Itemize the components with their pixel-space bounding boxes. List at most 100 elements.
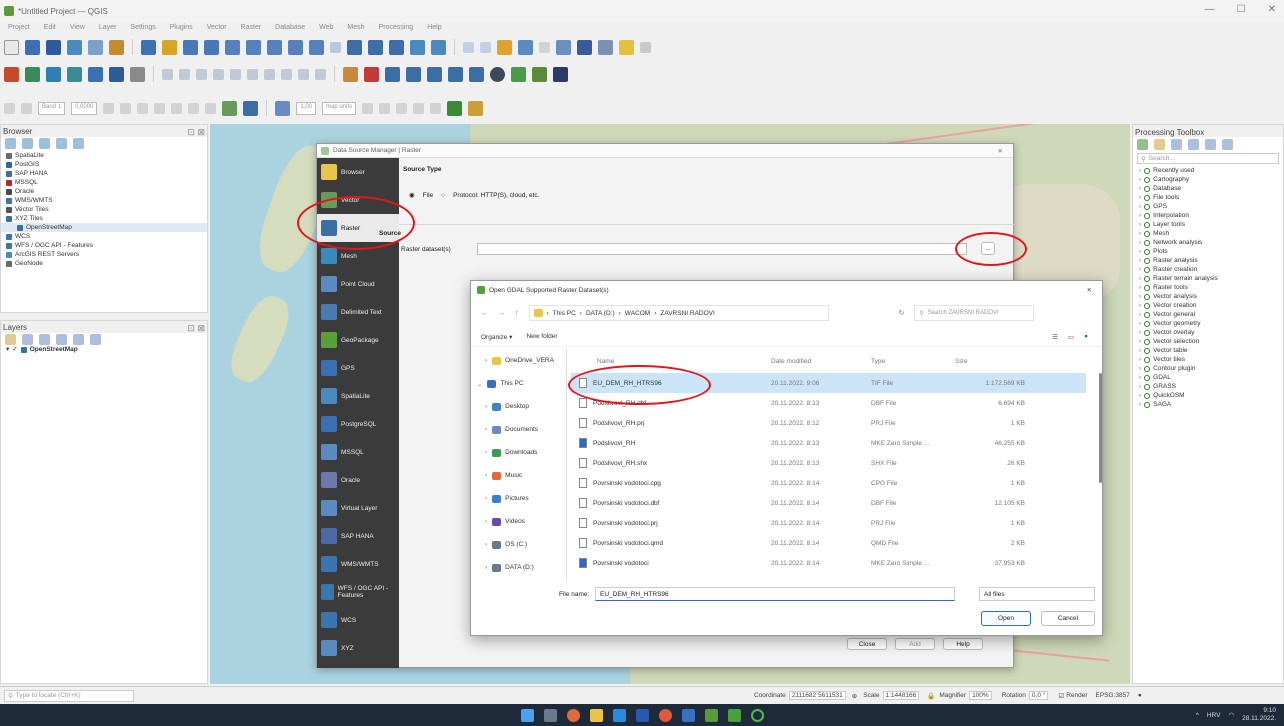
word-icon[interactable] [635, 708, 649, 722]
add-raster-layer-icon[interactable] [25, 66, 40, 82]
browser-item[interactable]: PostGIS [1, 160, 207, 169]
add-feature-icon[interactable] [196, 68, 207, 80]
label-tool-icon[interactable] [343, 66, 358, 82]
raster-calc-icon[interactable] [4, 102, 15, 114]
select-icon[interactable] [480, 41, 491, 53]
toolbox-item[interactable]: › Raster analysis [1133, 256, 1283, 265]
add-wms-icon[interactable] [109, 66, 124, 82]
file-radio[interactable]: ◉ [409, 191, 415, 199]
qgis-taskbar-icon[interactable] [704, 708, 718, 722]
toolbox-item[interactable]: › File tools [1133, 193, 1283, 202]
ofd-close-icon[interactable]: ✕ [1087, 286, 1092, 294]
address-bar[interactable]: › This PC › DATA (D:) › WACOM › ZAVRSNI RADOVI [528, 305, 829, 321]
add-group-icon[interactable] [22, 333, 33, 345]
text-annotation-icon[interactable] [619, 39, 634, 55]
style-manager-icon[interactable] [109, 39, 124, 55]
toolbox-item[interactable]: › Vector selection [1133, 337, 1283, 346]
dsm-close-icon[interactable]: ✕ [998, 147, 1003, 155]
scale-field[interactable]: 1:1448166 [882, 691, 920, 700]
menu-web[interactable]: Web [319, 24, 333, 35]
identify-icon[interactable] [463, 41, 474, 53]
toolbox-item[interactable]: › Database [1133, 184, 1283, 193]
decrease-contrast-icon[interactable] [205, 102, 217, 114]
dsm-tab[interactable]: GeoPackage [317, 326, 399, 354]
zoom-factor-field[interactable]: 1,00 [296, 101, 317, 115]
ofd-search-input[interactable]: ⚲ Search ZAVRSNI RADOVI [914, 305, 1035, 321]
preview-pane-icon[interactable]: ▭ [1068, 333, 1074, 341]
refresh-icon[interactable] [431, 39, 446, 55]
filter-legend-icon[interactable] [56, 333, 67, 345]
decrease-brightness-icon[interactable] [171, 102, 183, 114]
nav-item[interactable]: › OneDrive_VERA [471, 349, 566, 372]
col-size[interactable]: Size [955, 358, 1025, 365]
toolbox-item[interactable]: › Vector analysis [1133, 292, 1283, 301]
chrome-icon[interactable] [658, 708, 672, 722]
undo-icon[interactable] [298, 68, 309, 80]
temporal-controller-icon[interactable] [389, 39, 404, 55]
zoom-full-icon[interactable] [225, 39, 240, 55]
outlook-icon[interactable] [612, 708, 626, 722]
col-date[interactable]: Date modified [771, 358, 871, 365]
edit-features-icon[interactable] [1205, 138, 1216, 150]
nav-item[interactable]: › Videos [471, 510, 566, 533]
file-explorer-icon[interactable] [589, 708, 603, 722]
plugin-icon[interactable] [511, 66, 526, 82]
toolbox-item[interactable]: › Mesh [1133, 229, 1283, 238]
pan-map-icon[interactable] [141, 39, 156, 55]
cut-feature-icon[interactable] [247, 68, 258, 80]
new-project-icon[interactable] [4, 39, 19, 55]
annotation-icon[interactable] [275, 100, 291, 116]
vertex-tool-icon[interactable] [213, 68, 224, 80]
options-icon[interactable] [1222, 138, 1233, 150]
menu-settings[interactable]: Settings [130, 24, 155, 35]
python-console-icon[interactable] [490, 66, 505, 82]
georeferencer-icon[interactable] [222, 100, 238, 116]
nav-item[interactable]: ⌄ This PC [471, 372, 566, 395]
file-row[interactable]: Povrsinski vodotoci.prj 20.11.2022. 8:14 P… [571, 513, 1086, 533]
toolbox-item[interactable]: › Plots [1133, 247, 1283, 256]
browser-item[interactable]: WFS / OGC API - Features [1, 241, 207, 250]
show-hide-labels-icon[interactable] [469, 66, 484, 82]
toolbox-item[interactable]: › Vector geometry [1133, 319, 1283, 328]
forward-arrow-icon[interactable]: → [498, 310, 505, 317]
clock[interactable]: 9:10 28.11.2022. [1242, 707, 1276, 723]
layout-manager-icon[interactable] [88, 39, 103, 55]
zoom-to-layer-icon[interactable] [267, 39, 282, 55]
label-change-icon[interactable] [427, 66, 442, 82]
snap-vertex-icon[interactable] [379, 102, 391, 114]
nav-item[interactable]: › Downloads [471, 441, 566, 464]
nav-item[interactable]: › Desktop [471, 395, 566, 418]
organize-menu[interactable]: Organize ▾ [481, 333, 512, 341]
search-icon[interactable] [640, 41, 651, 53]
cancel-button[interactable]: Cancel [1041, 611, 1095, 626]
menu-database[interactable]: Database [275, 24, 305, 35]
dsm-tab[interactable]: SpatiaLite [317, 382, 399, 410]
toolbox-item[interactable]: › GPS [1133, 202, 1283, 211]
toolbox-item[interactable]: › GRASS [1133, 382, 1283, 391]
nav-item[interactable]: › OS (C:) [471, 533, 566, 556]
add-selected-layers-icon[interactable] [5, 137, 16, 149]
help-icon[interactable]: ● [1084, 333, 1088, 341]
file-type-select[interactable]: All files [979, 587, 1095, 601]
filter-icon[interactable] [39, 137, 50, 149]
tray-arrow-icon[interactable]: ^ [1196, 712, 1199, 719]
wifi-icon[interactable]: ◠ [1228, 711, 1234, 719]
browser-item[interactable]: GeoNode [1, 259, 207, 268]
dsm-help-button[interactable]: Help [943, 638, 983, 650]
stretch-icon[interactable] [103, 102, 115, 114]
measure-icon[interactable] [598, 39, 613, 55]
render-checkbox[interactable]: ☑ [1058, 692, 1064, 700]
dsm-tab[interactable]: Browser [317, 158, 399, 186]
browser-app-icon[interactable] [566, 708, 580, 722]
file-row[interactable]: Povrsinski vodotoci.cpg 20.11.2022. 8:14 C… [571, 473, 1086, 493]
deselect-icon[interactable] [518, 39, 533, 55]
toolbox-item[interactable]: › Cartography [1133, 175, 1283, 184]
models-icon[interactable] [1137, 138, 1148, 150]
rotation-field[interactable]: 0,0 ° [1028, 691, 1049, 700]
band-select[interactable]: Band 1 [38, 101, 66, 115]
browser-item[interactable]: Oracle [1, 187, 207, 196]
new-3d-view-icon[interactable] [368, 39, 383, 55]
browser-item[interactable]: WCS [1, 232, 207, 241]
zoom-to-selection-icon[interactable] [246, 39, 261, 55]
dsm-tab[interactable]: SAP HANA [317, 522, 399, 550]
